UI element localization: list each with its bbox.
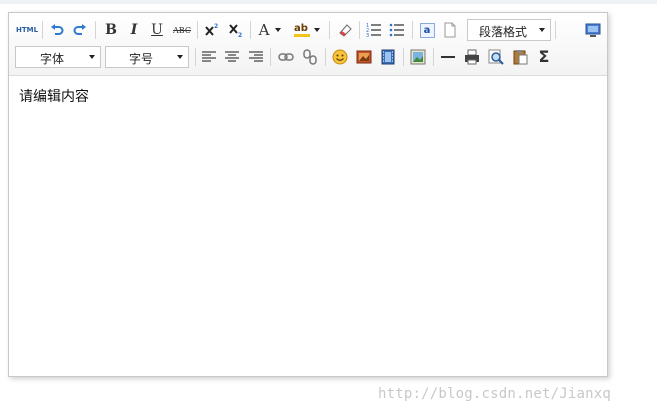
monitor-icon (585, 23, 601, 37)
align-right-icon (249, 51, 263, 62)
bold-label: B (105, 22, 117, 38)
redo-icon (73, 24, 86, 35)
superscript-icon: 2 (205, 23, 218, 36)
html-source-button[interactable]: HTML (15, 20, 39, 40)
subscript-icon: 2 (229, 24, 242, 38)
underline-label: U (151, 22, 163, 38)
align-left-icon (202, 51, 216, 62)
separator (433, 48, 434, 66)
svg-text:3: 3 (366, 33, 369, 38)
chevron-down-icon (89, 55, 95, 59)
smiley-icon (332, 49, 348, 65)
separator (359, 21, 360, 39)
italic-label: I (130, 22, 138, 38)
emotion-button[interactable] (330, 47, 350, 67)
editor-content[interactable]: 请编辑内容 (19, 86, 89, 106)
strikethrough-label: ABC (173, 25, 191, 35)
superscript-button[interactable]: 2 (202, 20, 222, 40)
separator (325, 48, 326, 66)
horizontal-rule-button[interactable] (438, 47, 458, 67)
page-top-bar (0, 0, 657, 4)
rich-text-editor: HTML B I U ABC 2 2 A ab 1 2 3 a 段落格式 字体 … (8, 12, 608, 377)
ordered-list-icon: 123 (366, 23, 381, 38)
separator (195, 48, 196, 66)
separator (270, 48, 271, 66)
fullscreen-button[interactable] (583, 20, 603, 40)
anchor-button[interactable]: a (417, 20, 437, 40)
font-color-label: A (258, 21, 270, 39)
undo-icon (51, 24, 64, 35)
printer-icon (465, 49, 479, 65)
svg-text:2: 2 (238, 32, 242, 38)
font-size-dropdown[interactable]: 字号 (105, 46, 189, 68)
link-icon (278, 53, 294, 61)
italic-button[interactable]: I (124, 20, 144, 40)
font-family-dropdown[interactable]: 字体 (15, 46, 101, 68)
align-center-icon (225, 51, 239, 62)
paragraph-format-label: 段落格式 (478, 25, 527, 39)
font-size-label: 字号 (128, 52, 153, 66)
subscript-button[interactable]: 2 (226, 20, 246, 40)
clear-format-button[interactable] (335, 20, 355, 40)
magnifier-icon (488, 49, 504, 65)
gallery-icon (410, 49, 426, 65)
chevron-down-icon (177, 55, 183, 59)
image-icon (356, 50, 372, 64)
bold-button[interactable]: B (101, 20, 121, 40)
unlink-button[interactable] (300, 47, 320, 67)
separator (555, 21, 556, 39)
separator (95, 21, 96, 39)
chevron-down-icon (314, 28, 320, 32)
highlight-color-button[interactable]: ab (292, 20, 322, 40)
strikethrough-button[interactable]: ABC (170, 20, 194, 40)
align-right-button[interactable] (246, 47, 266, 67)
paste-button[interactable] (510, 47, 530, 67)
undo-button[interactable] (47, 20, 67, 40)
highlighter-icon: ab (294, 23, 310, 37)
chevron-down-icon (539, 28, 545, 32)
unlink-icon (303, 49, 317, 65)
insert-video-button[interactable] (378, 47, 398, 67)
underline-button[interactable]: U (147, 20, 167, 40)
separator (403, 48, 404, 66)
anchor-label: a (423, 24, 431, 36)
separator (42, 21, 43, 39)
font-color-button[interactable]: A (256, 20, 284, 40)
chevron-down-icon (275, 28, 282, 32)
font-family-label: 字体 (39, 52, 64, 66)
separator (329, 21, 330, 39)
horizontal-line-icon (441, 56, 455, 58)
unordered-list-button[interactable] (387, 20, 407, 40)
print-button[interactable] (462, 47, 482, 67)
redo-button[interactable] (70, 20, 90, 40)
clipboard-icon (513, 50, 528, 65)
sigma-icon: Σ (538, 47, 550, 66)
insert-gallery-button[interactable] (408, 47, 428, 67)
preview-button[interactable] (486, 47, 506, 67)
film-icon (381, 49, 395, 65)
watermark: http://blog.csdn.net/Jianxq (378, 386, 611, 402)
ordered-list-button[interactable]: 123 (364, 20, 384, 40)
svg-text:2: 2 (214, 23, 218, 30)
align-left-button[interactable] (199, 47, 219, 67)
editor-toolbar: HTML B I U ABC 2 2 A ab 1 2 3 a 段落格式 字体 … (9, 13, 607, 76)
eraser-icon (339, 24, 352, 37)
anchor-icon: a (419, 22, 435, 38)
align-center-button[interactable] (222, 47, 242, 67)
page-icon (444, 22, 456, 38)
page-break-button[interactable] (440, 20, 460, 40)
html-source-label: HTML (15, 26, 39, 34)
insert-image-button[interactable] (354, 47, 374, 67)
insert-link-button[interactable] (276, 47, 296, 67)
unordered-list-icon (389, 23, 404, 37)
separator (412, 21, 413, 39)
insert-formula-button[interactable]: Σ (534, 47, 554, 67)
separator (250, 21, 251, 39)
highlight-label: ab (294, 23, 308, 34)
paragraph-format-dropdown[interactable]: 段落格式 (467, 19, 551, 41)
separator (197, 21, 198, 39)
